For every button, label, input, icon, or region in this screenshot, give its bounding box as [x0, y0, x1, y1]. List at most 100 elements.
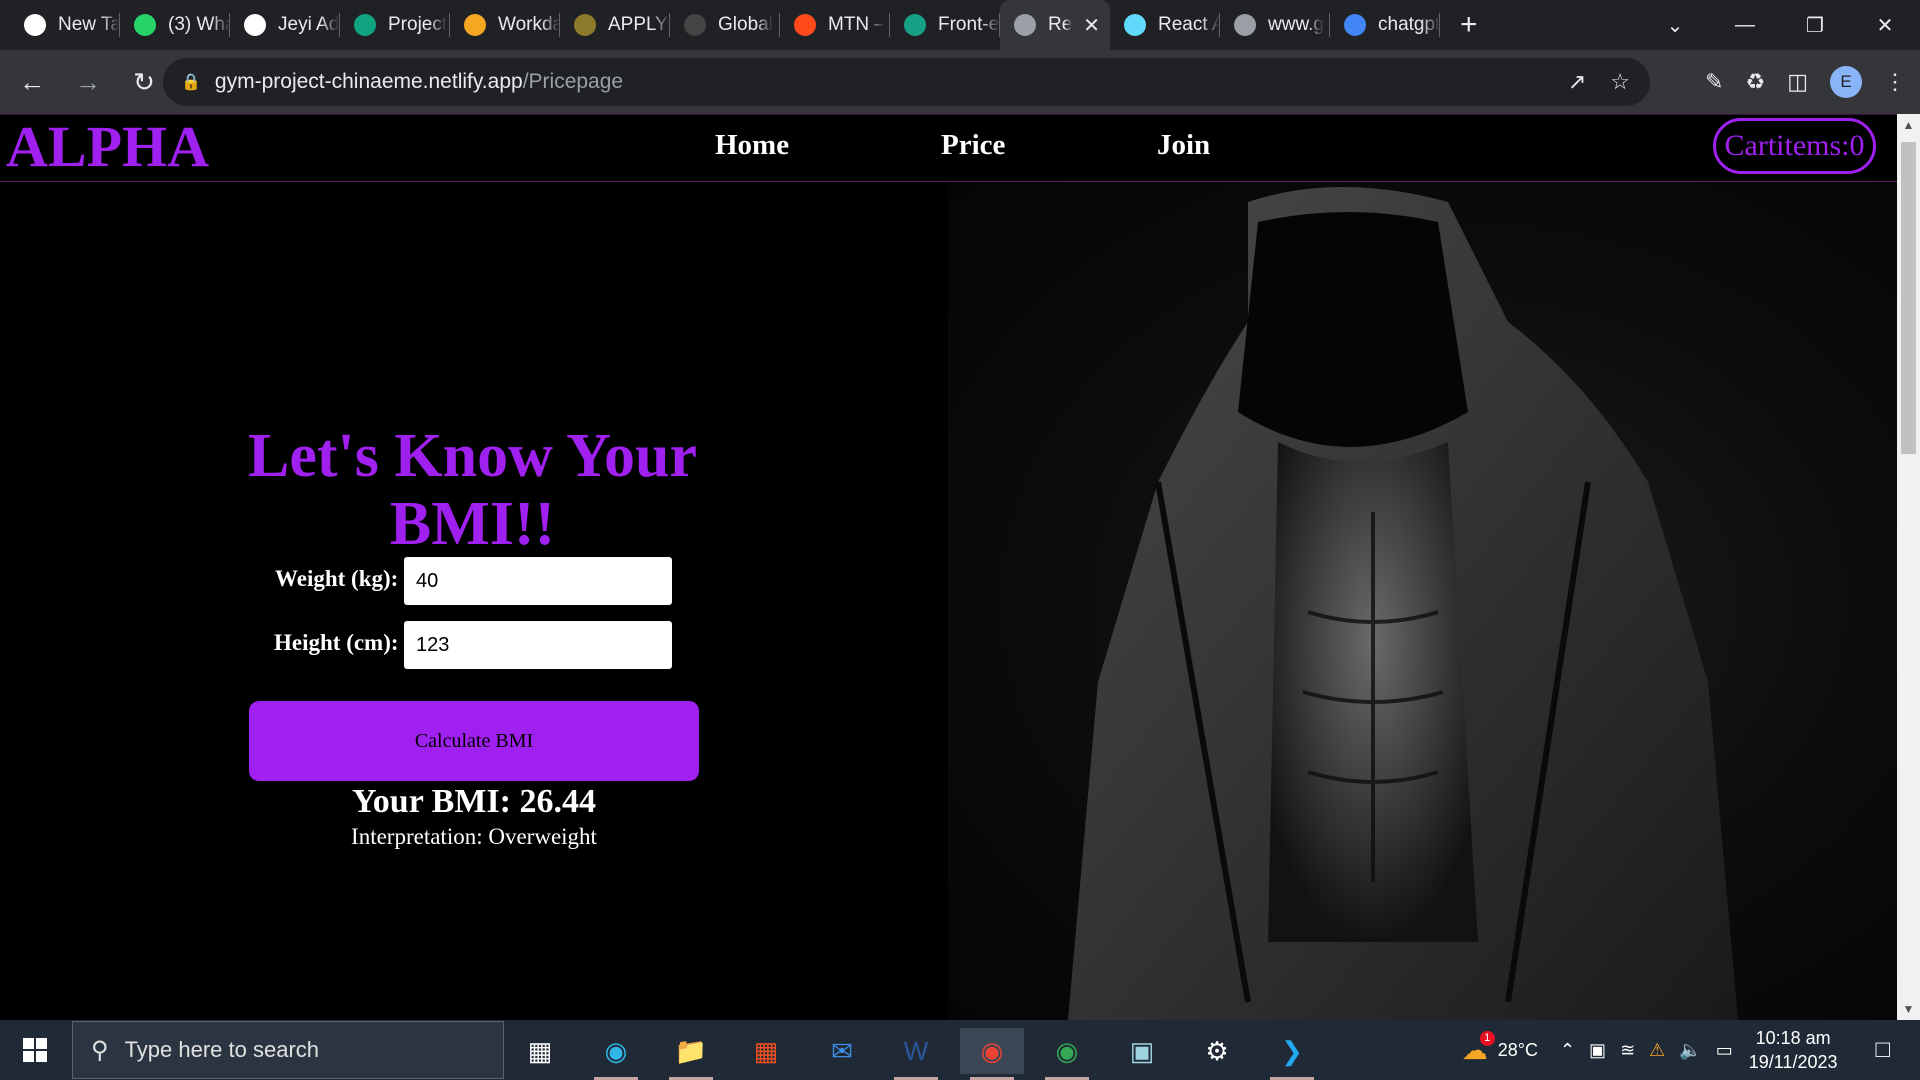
- lock-icon[interactable]: 🔒: [181, 72, 201, 92]
- weather-temperature[interactable]: 28°C: [1498, 1040, 1538, 1061]
- file-explorer-icon[interactable]: 📁: [659, 1028, 723, 1080]
- browser-tab-title: Front-end: [938, 14, 1000, 35]
- site-logo[interactable]: ALPHA: [6, 115, 209, 179]
- bmi-interpretation: Interpretation: Overweight: [351, 824, 597, 849]
- microsoft-store-icon[interactable]: ▦: [734, 1028, 798, 1074]
- browser-toolbar: ← → ↻ 🔒 gym-project-chinaeme.netlify.app…: [0, 50, 1920, 114]
- browser-tab[interactable]: New Tab: [10, 0, 120, 50]
- chrome-profile-e-icon[interactable]: ◉: [960, 1028, 1024, 1080]
- word-icon[interactable]: W: [884, 1028, 948, 1080]
- browser-tab-title: Project: [388, 14, 448, 35]
- menu-kebab-icon[interactable]: ⋮: [1884, 69, 1906, 95]
- weight-label: Weight (kg):: [275, 566, 399, 591]
- browser-tab-title: (3) WhatsApp: [168, 14, 230, 35]
- weather-icon[interactable]: ☁ 1: [1462, 1030, 1495, 1066]
- browser-tab-title: React App: [1158, 14, 1220, 35]
- clock-date: 19/11/2023: [1748, 1052, 1838, 1072]
- scroll-down-arrow-icon[interactable]: ▼: [1897, 1002, 1920, 1016]
- volume-icon[interactable]: 🔈: [1679, 1040, 1701, 1061]
- search-placeholder: Type here to search: [124, 1037, 320, 1062]
- url-path: /Pricepage: [522, 70, 624, 93]
- taskbar-clock[interactable]: 10:18 am 19/11/2023: [1749, 1026, 1838, 1074]
- nav-price-link[interactable]: Price: [941, 129, 1005, 162]
- browser-tab-title: Global: [718, 14, 773, 35]
- nav-home-link[interactable]: Home: [715, 129, 789, 162]
- profile-avatar[interactable]: E: [1830, 66, 1862, 98]
- browser-tab[interactable]: Project: [340, 0, 450, 50]
- bmi-heading: Let's Know Your BMI!!: [248, 422, 697, 558]
- notes-app-icon[interactable]: ▣: [1110, 1028, 1174, 1074]
- page-scrollbar[interactable]: ▲ ▼: [1897, 114, 1920, 1020]
- browser-tab[interactable]: Workday: [450, 0, 560, 50]
- browser-tab[interactable]: chatgpt: [1330, 0, 1440, 50]
- vscode-icon[interactable]: ❯: [1260, 1028, 1324, 1080]
- task-view-icon[interactable]: ▦: [508, 1028, 572, 1074]
- browser-tab[interactable]: Global: [670, 0, 780, 50]
- close-window-button[interactable]: ✕: [1850, 13, 1920, 38]
- clock-time: 10:18 am: [1755, 1028, 1831, 1048]
- hooded-figure-illustration: [1068, 187, 1738, 1020]
- battery-icon[interactable]: ▭: [1716, 1040, 1733, 1061]
- height-input[interactable]: [404, 621, 672, 669]
- browser-tab-title: Jeyi Ad: [278, 14, 340, 35]
- show-hidden-icons-chevron-icon[interactable]: ⌃: [1560, 1040, 1575, 1061]
- window-controls: ⌄ — ❐ ✕: [1640, 0, 1920, 50]
- minimize-button[interactable]: —: [1710, 14, 1780, 37]
- page-viewport: ALPHA Home Price Join Cartitems:0 Let's …: [0, 114, 1897, 1020]
- restore-button[interactable]: ❐: [1780, 13, 1850, 38]
- windows-taskbar: ⚲ Type here to search ▦ ◉ 📁 ▦ ✉ W ◉ ◉ ▣ …: [0, 1020, 1920, 1080]
- settings-gear-icon[interactable]: ⚙: [1185, 1028, 1249, 1074]
- share-icon[interactable]: ↗: [1568, 69, 1586, 95]
- scrollbar-thumb[interactable]: [1901, 142, 1916, 454]
- google-icon: [1344, 14, 1366, 36]
- workday-icon: [464, 14, 486, 36]
- new-tab-button[interactable]: +: [1460, 8, 1478, 42]
- browser-tab-strip: New Tab (3) WhatsApp Jeyi Ad Project Workday…: [0, 0, 1920, 50]
- address-bar[interactable]: 🔒 gym-project-chinaeme.netlify.app/Price…: [163, 58, 1650, 106]
- reload-button[interactable]: ↻: [120, 67, 168, 98]
- browser-tab[interactable]: www.g: [1220, 0, 1330, 50]
- mail-icon[interactable]: ✉: [810, 1028, 874, 1074]
- side-panel-icon[interactable]: ◫: [1787, 69, 1808, 95]
- cart-items-button[interactable]: Cartitems:0: [1713, 118, 1876, 174]
- tab-search-icon[interactable]: ⌄: [1640, 13, 1710, 38]
- height-label: Height (cm):: [274, 630, 399, 655]
- browser-tab[interactable]: Jeyi Ad: [230, 0, 340, 50]
- nav-join-link[interactable]: Join: [1157, 129, 1210, 162]
- browser-tab[interactable]: (3) WhatsApp: [120, 0, 230, 50]
- wifi-icon[interactable]: ≊: [1620, 1040, 1635, 1061]
- browser-tab-title: Workday: [498, 14, 560, 35]
- site-navbar: ALPHA Home Price Join Cartitems:0: [0, 114, 1897, 182]
- taskbar-search-box[interactable]: ⚲ Type here to search: [72, 1021, 504, 1079]
- browser-tab-title: chatgpt: [1378, 14, 1440, 35]
- system-tray: ☁ 1 28°C ⌃ ▣ ≊ ⚠ 🔈 ▭ 10:18 am 19/11/2023 …: [1462, 1020, 1920, 1080]
- globe-icon: [1014, 14, 1036, 36]
- global-icon: [684, 14, 706, 36]
- jeyi-icon: [244, 14, 266, 36]
- mtn-icon: [794, 14, 816, 36]
- scroll-up-arrow-icon[interactable]: ▲: [1897, 118, 1920, 132]
- extensions-puzzle-icon[interactable]: ♻: [1745, 69, 1765, 95]
- browser-tab[interactable]: Front-end: [890, 0, 1000, 50]
- browser-tab[interactable]: Re ✕: [1000, 0, 1110, 50]
- meet-now-icon[interactable]: ▣: [1589, 1040, 1606, 1061]
- forward-button[interactable]: →: [64, 67, 112, 98]
- browser-tab[interactable]: MTN –: [780, 0, 890, 50]
- start-button[interactable]: [0, 1020, 70, 1080]
- browser-tab-title: www.g: [1268, 14, 1324, 35]
- calculate-bmi-button[interactable]: Calculate BMI: [249, 701, 699, 781]
- browser-tab-title: New Tab: [58, 14, 120, 35]
- browser-tab[interactable]: React App: [1110, 0, 1220, 50]
- eyedropper-icon[interactable]: ✎: [1705, 69, 1723, 95]
- network-warning-icon[interactable]: ⚠: [1649, 1040, 1665, 1061]
- edge-icon[interactable]: ◉: [584, 1028, 648, 1080]
- openai-icon: [354, 14, 376, 36]
- chrome-profile-i-icon[interactable]: ◉: [1035, 1028, 1099, 1080]
- close-tab-icon[interactable]: ✕: [1083, 13, 1100, 38]
- notifications-icon[interactable]: □: [1876, 1036, 1891, 1064]
- browser-tab[interactable]: APPLY:: [560, 0, 670, 50]
- weight-input[interactable]: [404, 557, 672, 605]
- back-button[interactable]: ←: [8, 67, 56, 98]
- bookmark-star-icon[interactable]: ☆: [1610, 69, 1630, 95]
- chrome-icon: [24, 14, 46, 36]
